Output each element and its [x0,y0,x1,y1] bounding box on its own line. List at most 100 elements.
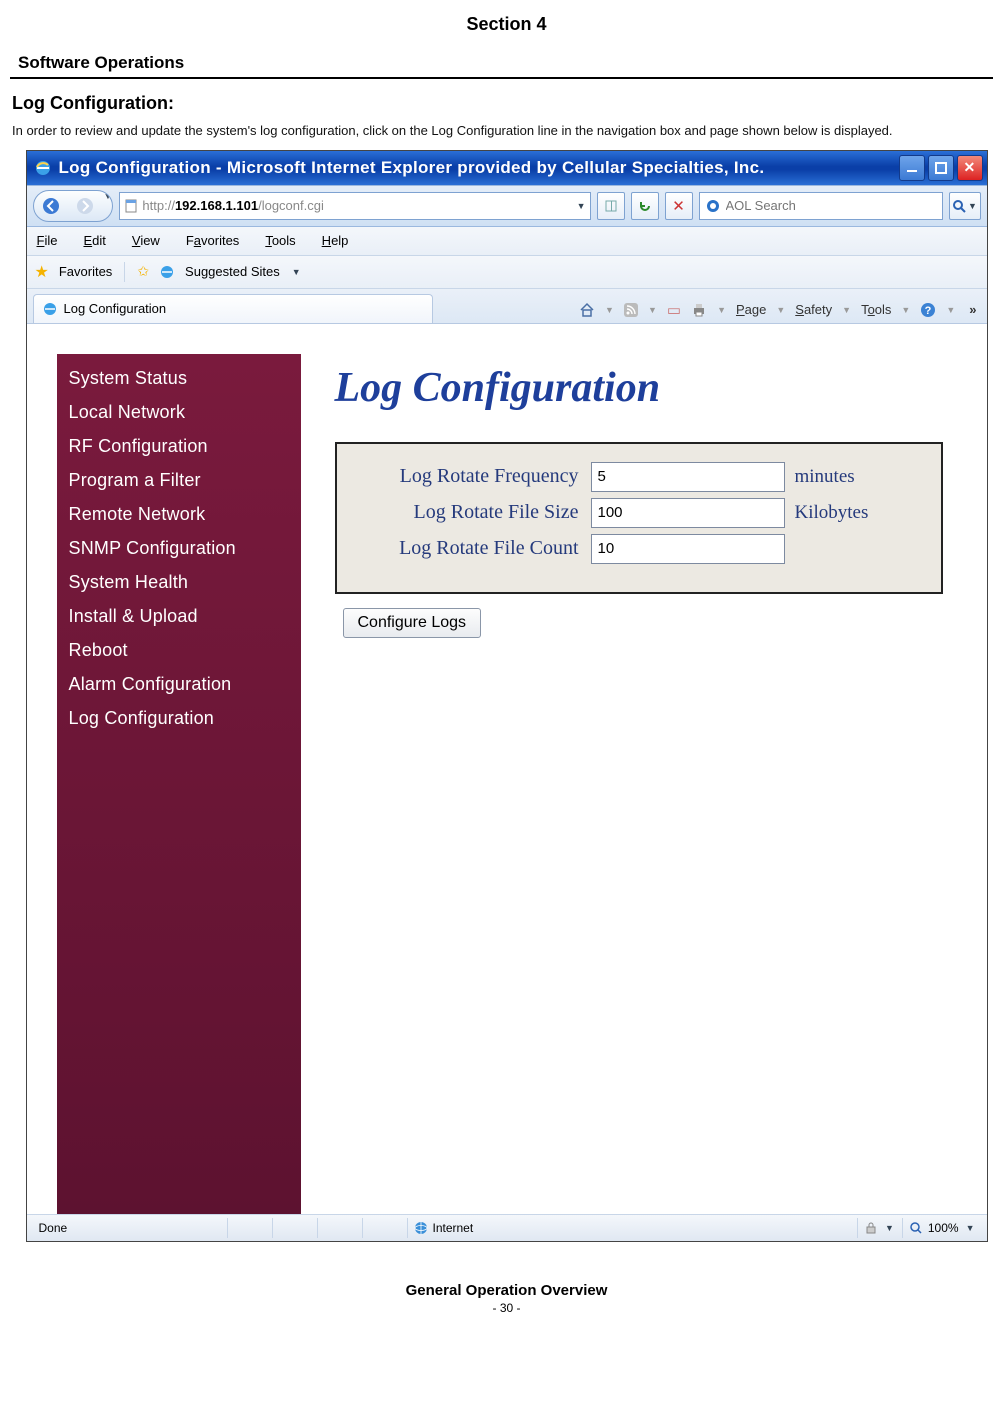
protected-mode-icon[interactable]: ▼ [857,1218,900,1238]
favorites-label[interactable]: Favorites [59,264,112,279]
menu-favorites[interactable]: Favorites [184,230,241,251]
url-host: 192.168.1.101 [175,198,258,213]
footer-title: General Operation Overview [10,1282,993,1299]
menu-help[interactable]: Help [320,230,351,251]
page-content: System Status Local Network RF Configura… [27,324,987,1214]
read-mail-icon[interactable]: ▭ [667,301,681,319]
tab-log-configuration[interactable]: Log Configuration [33,294,433,323]
cmd-tools[interactable]: Tools [861,302,891,317]
label-frequency: Log Rotate Frequency [359,465,591,488]
menu-bar: File Edit View Favorites Tools Help [27,227,987,256]
input-frequency[interactable] [591,462,785,492]
status-cell [272,1218,315,1238]
status-cell [362,1218,405,1238]
compat-view-button[interactable] [597,192,625,220]
window-minimize-button[interactable] [899,155,925,181]
url-path: /logconf.cgi [258,198,324,213]
ie-logo-icon [33,158,53,178]
add-favorite-icon[interactable]: ✩ [137,263,149,280]
favorites-bar: ★ Favorites ✩ Suggested Sites ▼ [27,256,987,289]
search-box[interactable] [699,192,943,220]
search-input[interactable] [724,197,936,214]
toolbar-separator [124,262,125,282]
stop-button[interactable]: ✕ [665,192,693,220]
zoom-icon [909,1221,923,1235]
tab-label: Log Configuration [64,301,167,316]
status-cell [317,1218,360,1238]
address-input[interactable] [328,197,571,214]
label-file-count: Log Rotate File Count [359,537,591,560]
history-dropdown-icon[interactable]: ▼ [104,191,113,221]
feeds-icon[interactable] [624,303,638,317]
main-panel: Log Configuration Log Rotate Frequency m… [301,354,987,1214]
configure-logs-button[interactable]: Configure Logs [343,608,482,638]
cmd-page[interactable]: Page [736,302,766,317]
sidebar-item-install-upload[interactable]: Install & Upload [69,606,289,627]
menu-edit[interactable]: Edit [81,230,107,251]
sidebar-item-rf-configuration[interactable]: RF Configuration [69,436,289,457]
sidebar-item-system-health[interactable]: System Health [69,572,289,593]
back-button[interactable] [34,191,68,221]
doc-heading: Log Configuration: [12,93,993,114]
status-bar: Done Internet ▼ 100% ▼ [27,1214,987,1241]
row-log-rotate-frequency: Log Rotate Frequency minutes [359,462,919,492]
row-log-rotate-file-size: Log Rotate File Size Kilobytes [359,498,919,528]
screenshot-window: Log Configuration - Microsoft Internet E… [26,150,988,1242]
suggested-dropdown-icon[interactable]: ▼ [292,267,301,277]
address-dropdown-icon[interactable]: ▼ [577,201,586,211]
window-close-button[interactable]: ✕ [957,155,983,181]
refresh-button[interactable] [631,192,659,220]
unit-file-size: Kilobytes [795,502,869,524]
sidebar-item-system-status[interactable]: System Status [69,368,289,389]
page-icon [124,199,138,213]
print-icon[interactable] [691,302,707,318]
menu-file[interactable]: File [35,230,60,251]
status-zone-label: Internet [433,1221,474,1235]
footer-page: - 30 - [10,1301,993,1315]
status-zoom[interactable]: 100% ▼ [902,1218,981,1238]
cmd-safety[interactable]: Safety [795,302,832,317]
window-titlebar: Log Configuration - Microsoft Internet E… [27,151,987,185]
status-done: Done [33,1218,225,1238]
search-dropdown-icon[interactable]: ▼ [968,201,977,211]
status-zone: Internet [407,1218,855,1238]
nav-toolbar: ▼ http://192.168.1.101/logconf.cgi ▼ ✕ [27,185,987,227]
tab-favicon-icon [42,301,58,317]
menu-view[interactable]: View [130,230,162,251]
sidebar-item-program-a-filter[interactable]: Program a Filter [69,470,289,491]
doc-footer: General Operation Overview - 30 - [10,1282,993,1315]
zoom-dropdown-icon[interactable]: ▼ [966,1223,975,1233]
favorites-star-icon[interactable]: ★ [35,262,49,282]
row-log-rotate-file-count: Log Rotate File Count [359,534,919,564]
nav-back-forward: ▼ [33,190,114,222]
label-file-size: Log Rotate File Size [359,501,591,524]
input-file-count[interactable] [591,534,785,564]
internet-zone-icon [414,1221,428,1235]
url-scheme: http:// [142,198,175,213]
menu-tools[interactable]: Tools [263,230,297,251]
input-file-size[interactable] [591,498,785,528]
search-go-button[interactable]: ▼ [949,192,981,220]
svg-text:?: ? [925,305,932,317]
tab-bar: Log Configuration ▼ ▼ ▭ ▼ Page▼ Safety▼ … [27,289,987,324]
sidebar-item-remote-network[interactable]: Remote Network [69,504,289,525]
address-url: http://192.168.1.101/logconf.cgi [142,198,323,213]
sidebar-item-snmp-configuration[interactable]: SNMP Configuration [69,538,289,559]
address-bar[interactable]: http://192.168.1.101/logconf.cgi ▼ [119,192,590,220]
nav-sidebar: System Status Local Network RF Configura… [57,354,301,1214]
more-chevron-icon[interactable]: » [965,302,980,317]
sidebar-item-local-network[interactable]: Local Network [69,402,289,423]
divider [10,77,993,79]
home-icon[interactable] [579,302,595,318]
suggested-sites-link[interactable]: Suggested Sites [185,264,280,279]
window-title: Log Configuration - Microsoft Internet E… [59,158,765,178]
sidebar-item-alarm-configuration[interactable]: Alarm Configuration [69,674,289,695]
forward-button[interactable] [68,191,102,221]
command-bar: ▼ ▼ ▭ ▼ Page▼ Safety▼ Tools▼ ?▼ » [579,301,980,323]
help-icon[interactable]: ? [920,302,936,318]
sidebar-item-reboot[interactable]: Reboot [69,640,289,661]
sidebar-item-log-configuration[interactable]: Log Configuration [69,708,289,729]
ie-small-icon [159,264,175,280]
window-maximize-button[interactable] [928,155,954,181]
doc-subhead: Software Operations [18,53,993,73]
